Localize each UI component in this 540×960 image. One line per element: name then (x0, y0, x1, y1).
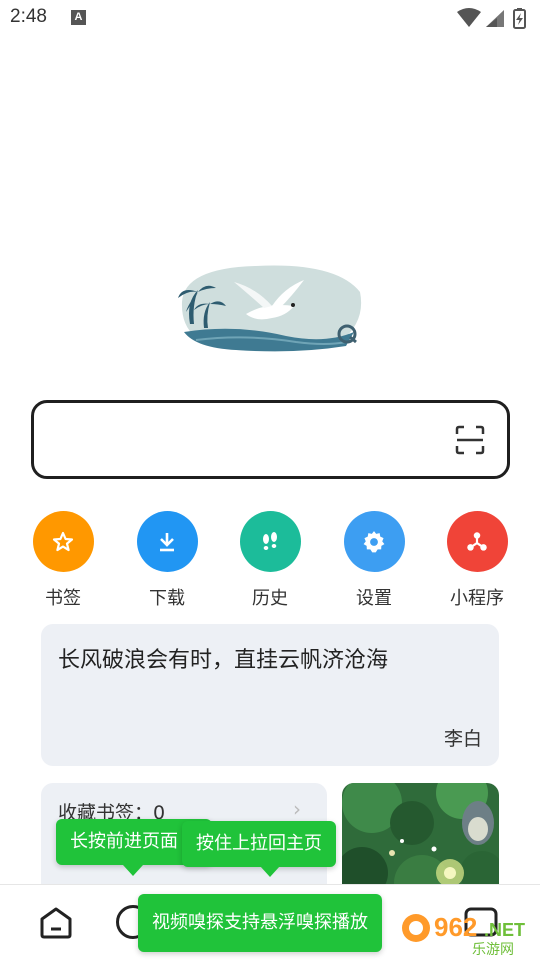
status-time: 2:48 (10, 6, 47, 27)
quote-text: 长风破浪会有时，直挂云帆济沧海 (58, 648, 389, 673)
search-box[interactable] (31, 400, 510, 479)
tooltip-forward-text: 长按前进页面 (70, 831, 178, 852)
shortcut-label: 设置 (356, 588, 392, 609)
scan-icon[interactable] (455, 425, 485, 455)
watermark-text: 乐游网 (472, 942, 514, 958)
shortcut-grid: 书签 下载 历史 设置 小程序 (0, 511, 540, 611)
shortcut-label: 历史 (252, 588, 288, 609)
tooltip-video-sniff: 视频嗅探支持悬浮嗅探播放 (138, 894, 382, 952)
shortcut-bookmarks[interactable]: 书签 (23, 511, 103, 610)
footprints-icon (239, 511, 301, 572)
watermark-suffix: .NET (484, 920, 525, 940)
tooltip-pull-up-arrow (260, 866, 280, 877)
status-icons (455, 7, 530, 29)
watermark-logo: 962 .NET 乐游网 (400, 906, 534, 958)
cell-signal-icon (486, 10, 504, 27)
mini-program-icon (446, 511, 508, 572)
shortcut-mini-programs[interactable]: 小程序 (437, 511, 517, 610)
tooltip-pull-up-text: 按住上拉回主页 (196, 833, 322, 854)
quote-author: 李白 (443, 728, 482, 750)
tooltip-pull-up: 按住上拉回主页 (182, 821, 336, 877)
seagull-logo (176, 262, 364, 356)
tooltip-forward-arrow (123, 865, 143, 876)
search-input[interactable] (52, 423, 432, 457)
shortcut-settings[interactable]: 设置 (334, 511, 414, 610)
home-icon[interactable] (38, 905, 74, 941)
status-bar: 2:48 A (0, 0, 540, 36)
notification-a-icon: A (71, 10, 86, 25)
tooltip-video-sniff-text: 视频嗅探支持悬浮嗅探播放 (152, 912, 368, 933)
wifi-icon (457, 8, 481, 27)
gear-icon (343, 511, 405, 572)
shortcut-label: 小程序 (450, 588, 504, 609)
shortcut-label: 下载 (149, 588, 185, 609)
shortcut-history[interactable]: 历史 (230, 511, 310, 610)
daily-quote-card[interactable]: 长风破浪会有时，直挂云帆济沧海 李白 (41, 624, 499, 766)
chevron-right-icon: › (293, 797, 301, 821)
shortcut-label: 书签 (45, 588, 81, 609)
download-icon (136, 511, 198, 572)
shortcut-downloads[interactable]: 下载 (127, 511, 207, 610)
battery-charging-icon (513, 8, 526, 29)
star-icon (32, 511, 94, 572)
browser-home-screen: 2:48 A 书签 下载 历史 设置 小程序 长风破浪会有时，直挂云帆济沧海 李… (0, 0, 540, 960)
watermark-number: 962 (434, 912, 477, 942)
